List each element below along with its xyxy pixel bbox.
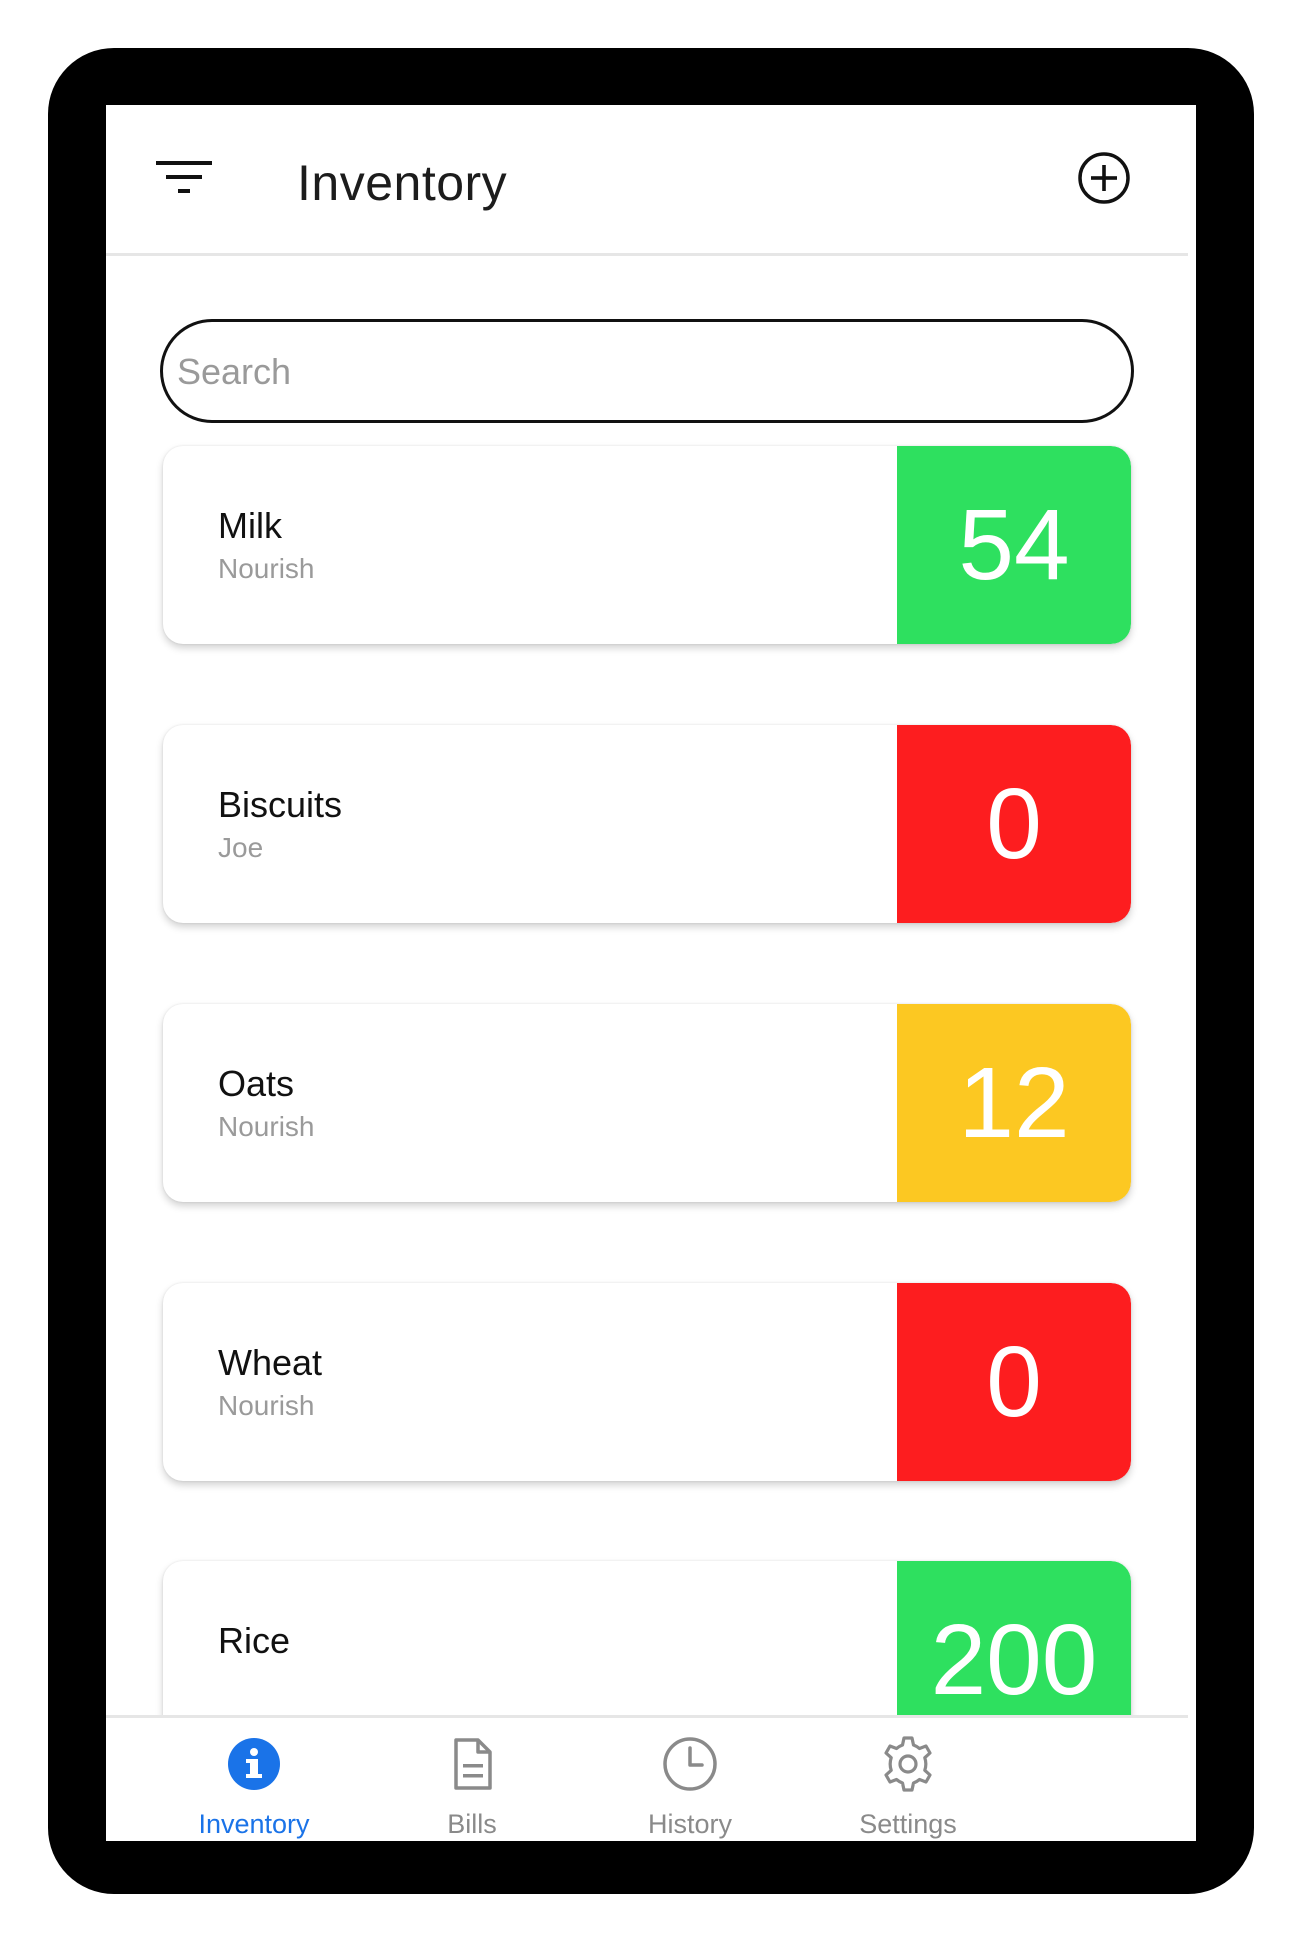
gear-icon xyxy=(884,1736,932,1792)
page-title: Inventory xyxy=(297,155,508,211)
item-quantity-badge: 54 xyxy=(897,446,1131,644)
nav-item-history[interactable]: History xyxy=(590,1718,790,1841)
add-circle-icon xyxy=(1078,152,1130,204)
nav-item-bills[interactable]: Bills xyxy=(372,1718,572,1841)
item-name: Wheat xyxy=(218,1342,323,1383)
inventory-item-card[interactable]: Milk Nourish 54 xyxy=(163,446,1131,644)
search-bar xyxy=(160,319,1134,423)
item-name: Oats xyxy=(218,1063,295,1104)
item-name: Milk xyxy=(218,505,282,546)
app-screen: Milk Nourish 54 Biscuits Joe 0 Oats Nour… xyxy=(106,105,1196,1841)
item-brand: Nourish xyxy=(218,1390,315,1421)
app-header: Inventory xyxy=(106,105,1188,256)
item-brand: Joe xyxy=(218,832,264,863)
filter-button[interactable] xyxy=(154,155,214,199)
inventory-item-card[interactable]: Biscuits Joe 0 xyxy=(163,725,1131,923)
info-icon xyxy=(228,1738,280,1790)
item-name: Rice xyxy=(218,1620,291,1661)
nav-item-inventory[interactable]: Inventory xyxy=(154,1718,354,1841)
device-frame: Milk Nourish 54 Biscuits Joe 0 Oats Nour… xyxy=(48,48,1254,1894)
nav-label: Inventory xyxy=(198,1809,310,1839)
inventory-item-card[interactable]: Wheat Nourish 0 xyxy=(163,1283,1131,1481)
item-quantity-badge: 0 xyxy=(897,1283,1131,1481)
bottom-navigation: Inventory Bills History Settings xyxy=(106,1715,1188,1841)
search-input[interactable] xyxy=(175,322,1119,422)
add-item-button[interactable] xyxy=(1076,150,1132,206)
item-name: Biscuits xyxy=(218,784,343,825)
filter-icon xyxy=(156,161,212,193)
item-brand: Nourish xyxy=(218,553,315,584)
item-brand: Nourish xyxy=(218,1111,315,1142)
nav-item-settings[interactable]: Settings xyxy=(808,1718,1008,1841)
nav-label: Settings xyxy=(859,1809,957,1839)
item-quantity-badge: 12 xyxy=(897,1004,1131,1202)
nav-label: History xyxy=(647,1809,732,1839)
nav-label: Bills xyxy=(447,1809,497,1839)
document-icon xyxy=(454,1738,492,1790)
clock-icon xyxy=(663,1737,717,1791)
inventory-item-card[interactable]: Oats Nourish 12 xyxy=(163,1004,1131,1202)
item-quantity-badge: 0 xyxy=(897,725,1131,923)
